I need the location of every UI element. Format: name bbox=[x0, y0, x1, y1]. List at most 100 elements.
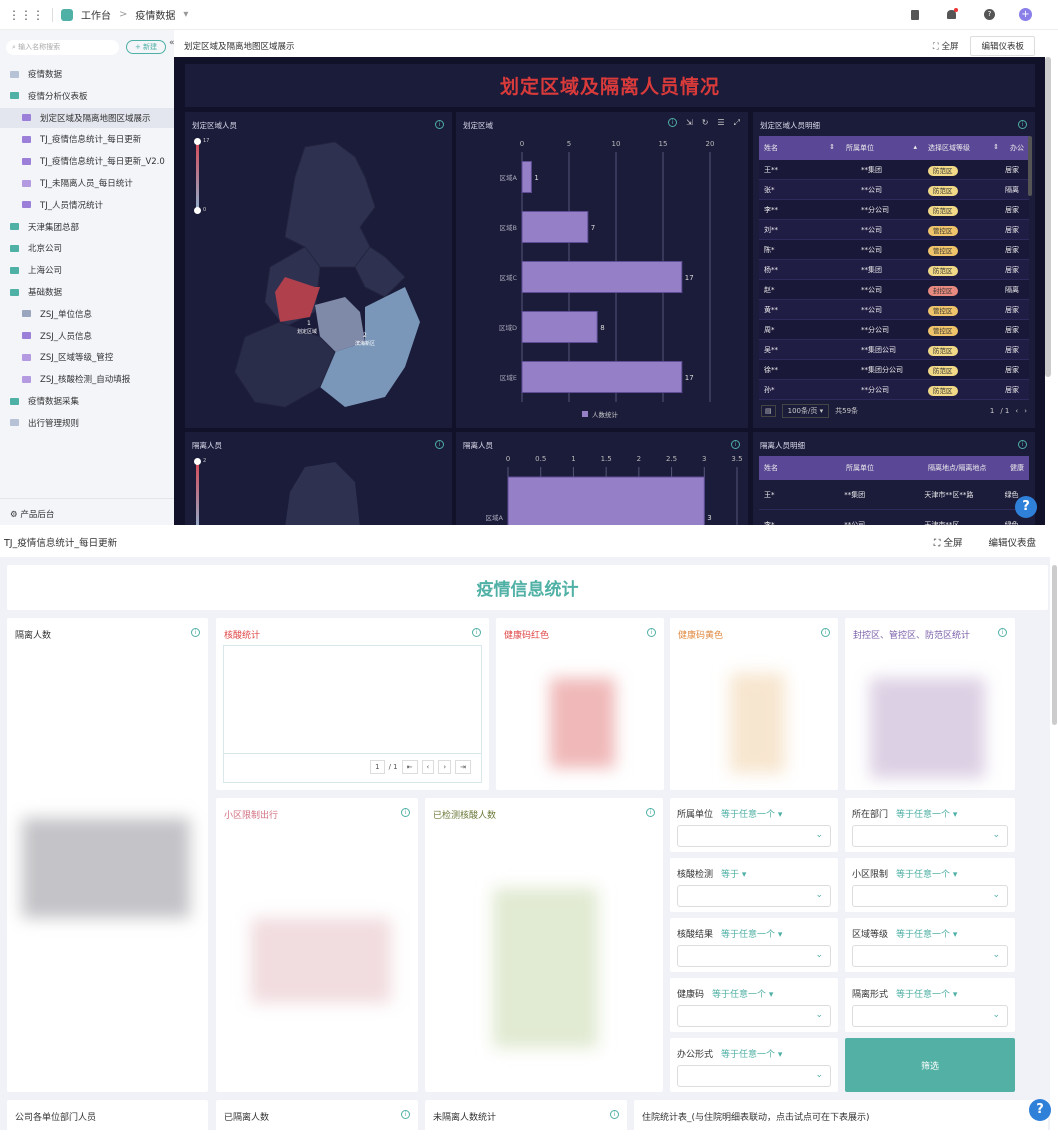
info-icon[interactable]: i bbox=[610, 1110, 619, 1119]
slider-handle-top[interactable] bbox=[194, 458, 201, 465]
info-icon[interactable]: i bbox=[435, 120, 444, 129]
region-map[interactable] bbox=[265, 457, 385, 525]
sidebar-item[interactable]: TJ_人员情况统计 bbox=[0, 195, 174, 215]
column-header[interactable]: 隔离地点/隔离地点 bbox=[923, 463, 1005, 473]
visual-map-slider[interactable] bbox=[196, 141, 199, 211]
column-header[interactable]: 办公 bbox=[1005, 143, 1024, 153]
fullscreen-button[interactable]: ⛶ 全屏 bbox=[934, 535, 963, 549]
help-button[interactable]: ? bbox=[1029, 1099, 1051, 1121]
filter-select[interactable]: ⌄ bbox=[852, 885, 1008, 907]
filter-select[interactable]: ⌄ bbox=[677, 1005, 831, 1027]
refresh-icon[interactable]: ↻ bbox=[702, 118, 709, 128]
project-dropdown[interactable]: 疫情数据 bbox=[135, 7, 175, 22]
fullscreen-button[interactable]: ⛶ 全屏 bbox=[933, 40, 959, 52]
page-input[interactable]: 1 bbox=[990, 407, 994, 415]
sidebar-item[interactable]: TJ_未隔离人员_每日统计 bbox=[0, 173, 174, 193]
table-row[interactable]: 王** **集团 防范区 居家 bbox=[759, 160, 1029, 180]
column-header[interactable]: 所属单位 bbox=[841, 463, 923, 473]
table-row[interactable]: 周* **分公司 管控区 居家 bbox=[759, 320, 1029, 340]
column-settings-icon[interactable]: ▤ bbox=[761, 405, 776, 417]
column-header[interactable]: 姓名 ⇕ bbox=[759, 143, 841, 153]
info-icon[interactable]: i bbox=[998, 628, 1007, 637]
sidebar-item[interactable]: 疫情数据 bbox=[0, 64, 174, 84]
prev-page-button[interactable]: ‹ bbox=[1015, 407, 1018, 415]
filter-operator-dropdown[interactable]: 等于任意一个 ▾ bbox=[896, 990, 957, 1000]
filter-operator-dropdown[interactable]: 等于任意一个 ▾ bbox=[721, 810, 782, 820]
workspace-link[interactable]: 工作台 bbox=[81, 7, 111, 22]
filter-operator-dropdown[interactable]: 等于任意一个 ▾ bbox=[896, 810, 957, 820]
table-row[interactable]: 杨** **集团 防范区 居家 bbox=[759, 260, 1029, 280]
column-header[interactable]: 姓名 bbox=[759, 463, 841, 473]
sidebar-item[interactable]: ZSJ_人员信息 bbox=[0, 326, 174, 346]
search-input[interactable]: ⌕ 输入名称搜索 bbox=[6, 40, 119, 55]
next-page-button[interactable]: › bbox=[438, 760, 452, 774]
add-icon[interactable]: + bbox=[1019, 8, 1032, 21]
edit-dashboard-button[interactable]: 编辑仪表盘 bbox=[988, 535, 1036, 549]
apps-grid-icon[interactable]: ⋮⋮⋮ bbox=[8, 8, 44, 22]
info-icon[interactable]: i bbox=[435, 440, 444, 449]
filter-select[interactable]: ⌄ bbox=[852, 825, 1008, 847]
map-region[interactable] bbox=[284, 141, 376, 268]
table-row[interactable]: 李* **公司 天津市**区 绿色 bbox=[759, 510, 1029, 526]
table-row[interactable]: 刘** **公司 管控区 居家 bbox=[759, 220, 1029, 240]
info-icon[interactable]: i bbox=[731, 440, 740, 449]
sidebar-item[interactable]: ZSJ_核酸检测_自动填报 bbox=[0, 369, 174, 389]
table-row[interactable]: 赵* **公司 封控区 隔离 bbox=[759, 280, 1029, 300]
edit-dashboard-button[interactable]: 编辑仪表板 bbox=[970, 36, 1035, 56]
filter-operator-dropdown[interactable]: 等于任意一个 ▾ bbox=[721, 1050, 782, 1060]
page-scrollbar[interactable] bbox=[1045, 57, 1051, 377]
column-header[interactable]: 健康 bbox=[1005, 463, 1024, 473]
filter-select[interactable]: ⌄ bbox=[677, 825, 831, 847]
sidebar-item[interactable]: 上海公司 bbox=[0, 260, 174, 280]
info-icon[interactable]: i bbox=[1018, 440, 1027, 449]
sidebar-item[interactable]: TJ_疫情信息统计_每日更新_V2.0 bbox=[0, 151, 174, 171]
sidebar-item[interactable]: 北京公司 bbox=[0, 238, 174, 258]
page-size-select[interactable]: 100条/页 ▾ bbox=[781, 404, 830, 418]
filter-select[interactable]: ⌄ bbox=[677, 1065, 831, 1087]
filter-operator-dropdown[interactable]: 等于任意一个 ▾ bbox=[896, 930, 957, 940]
column-header[interactable]: 选择区域等级 ⇕ bbox=[923, 143, 1005, 153]
table-row[interactable]: 徐** **集团分公司 防范区 居家 bbox=[759, 360, 1029, 380]
filter-operator-dropdown[interactable]: 等于任意一个 ▾ bbox=[712, 990, 773, 1000]
expand-icon[interactable]: ⤢ bbox=[734, 118, 740, 128]
sidebar-item[interactable]: TJ_疫情信息统计_每日更新 bbox=[0, 129, 174, 149]
info-icon[interactable]: i bbox=[401, 1110, 410, 1119]
table-row[interactable]: 张* **公司 防范区 隔离 bbox=[759, 180, 1029, 200]
book-icon[interactable] bbox=[911, 9, 919, 20]
page-input[interactable]: 1 bbox=[370, 760, 385, 774]
table-row[interactable]: 吴** **集团公司 防范区 居家 bbox=[759, 340, 1029, 360]
table-row[interactable]: 黄** **公司 管控区 居家 bbox=[759, 300, 1029, 320]
slider-handle-top[interactable] bbox=[194, 138, 201, 145]
sidebar-item[interactable]: 疫情数据采集 bbox=[0, 391, 174, 411]
table-scrollbar[interactable] bbox=[1028, 136, 1032, 196]
filter-select[interactable]: ⌄ bbox=[677, 945, 831, 967]
last-page-button[interactable]: ⇥ bbox=[455, 760, 471, 774]
table-row[interactable]: 王* **集团 天津市**区**路 绿色 bbox=[759, 480, 1029, 510]
product-admin-link[interactable]: ⚙ 产品后台 bbox=[10, 508, 54, 520]
sidebar-item[interactable]: ZSJ_区域等级_管控 bbox=[0, 347, 174, 367]
sidebar-item[interactable]: ZSJ_单位信息 bbox=[0, 304, 174, 324]
info-icon[interactable]: i bbox=[821, 628, 830, 637]
prev-page-button[interactable]: ‹ bbox=[421, 760, 435, 774]
table-row[interactable]: 李** **分公司 防范区 居家 bbox=[759, 200, 1029, 220]
slider-handle-bottom[interactable] bbox=[194, 207, 201, 214]
info-icon[interactable]: i bbox=[1018, 120, 1027, 129]
sidebar-item[interactable]: 天津集团总部 bbox=[0, 217, 174, 237]
page-scrollbar[interactable] bbox=[1052, 565, 1057, 725]
sidebar-item[interactable]: 出行管理规则 bbox=[0, 413, 174, 433]
filter-operator-dropdown[interactable]: 等于 ▾ bbox=[721, 870, 746, 880]
next-page-button[interactable]: › bbox=[1024, 407, 1027, 415]
list-icon[interactable]: ☰ bbox=[717, 118, 724, 128]
filter-select[interactable]: ⌄ bbox=[677, 885, 831, 907]
help-icon[interactable]: ? bbox=[984, 9, 995, 20]
table-row[interactable]: 陈* **公司 管控区 居家 bbox=[759, 240, 1029, 260]
filter-select[interactable]: ⌄ bbox=[852, 1005, 1008, 1027]
info-icon[interactable]: i bbox=[668, 118, 678, 127]
export-icon[interactable]: ⇲ bbox=[686, 118, 693, 128]
first-page-button[interactable]: ⇤ bbox=[401, 760, 418, 774]
table-row[interactable]: 孙* **分公司 防范区 居家 bbox=[759, 380, 1029, 400]
info-icon[interactable]: i bbox=[472, 628, 481, 637]
chevron-down-icon[interactable]: ▾ bbox=[183, 9, 188, 20]
visual-map-slider[interactable] bbox=[196, 461, 199, 525]
notification-bell-icon[interactable] bbox=[947, 8, 958, 19]
